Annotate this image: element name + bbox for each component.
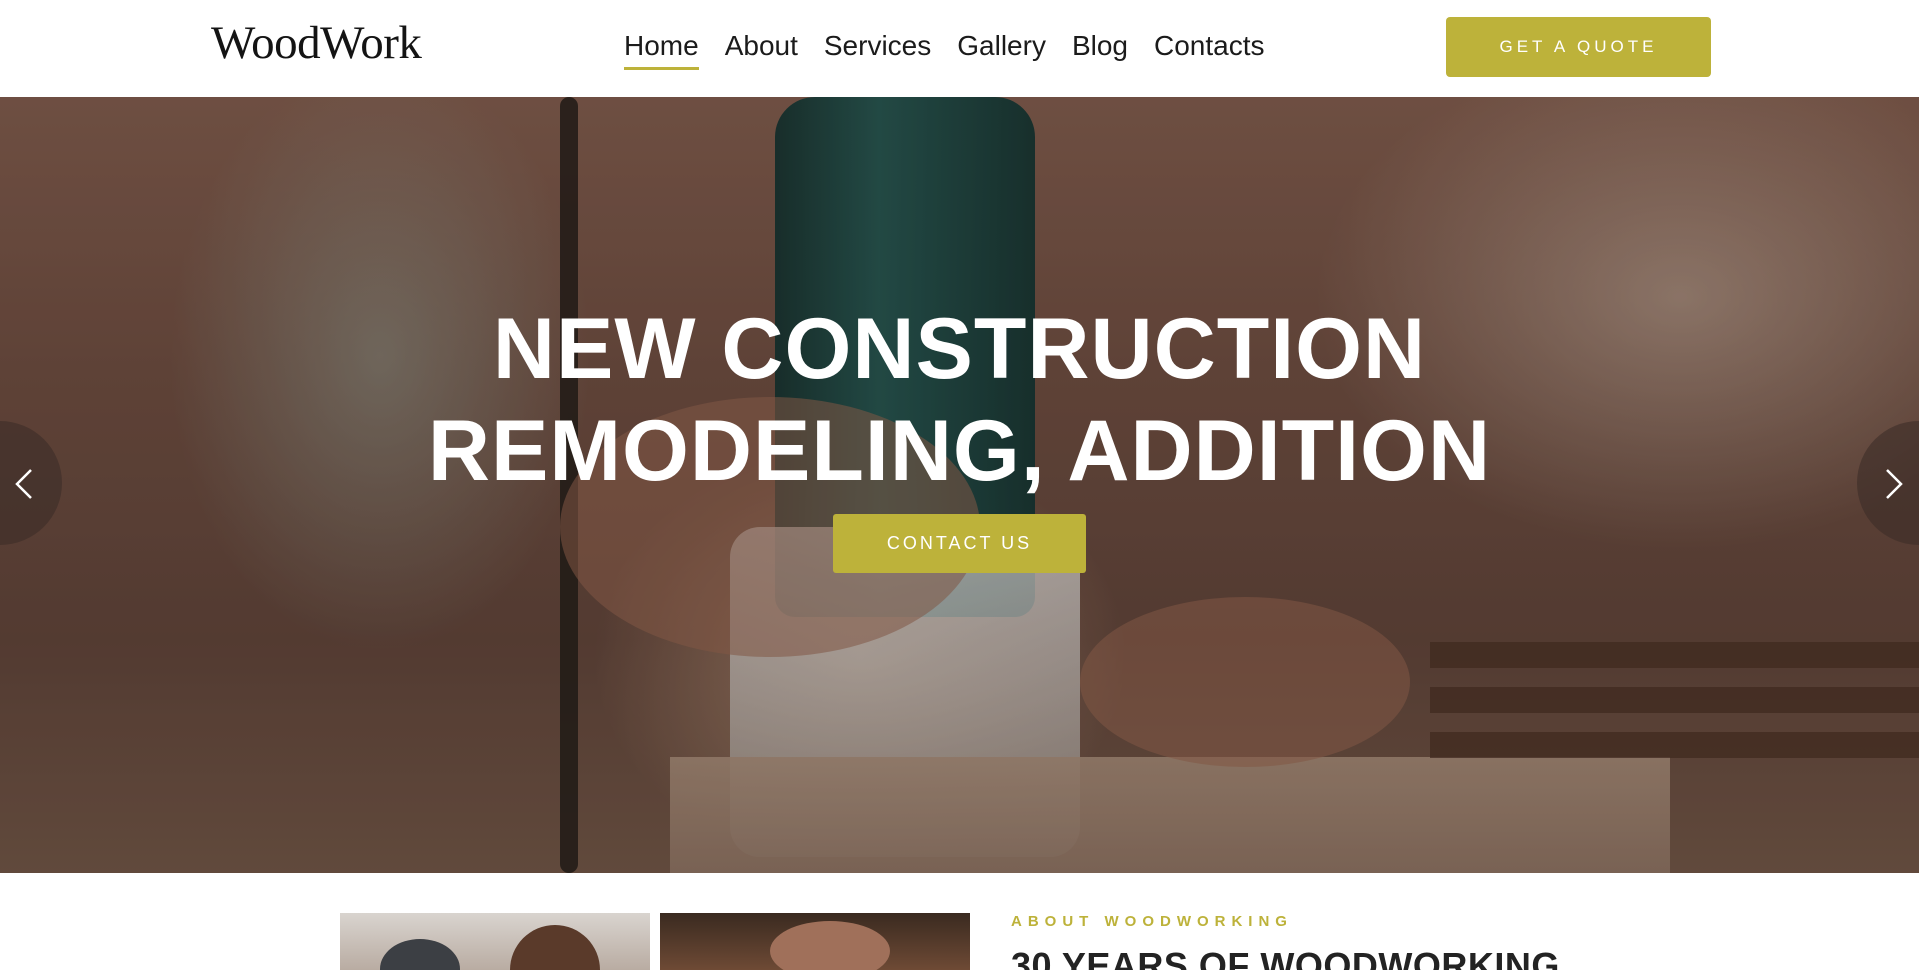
hand-shape	[770, 921, 890, 970]
main-nav: Home About Services Gallery Blog Contact…	[624, 28, 1265, 70]
get-a-quote-button[interactable]: GET A QUOTE	[1446, 17, 1711, 77]
about-image-worker	[340, 913, 650, 970]
nav-services[interactable]: Services	[824, 28, 931, 64]
cap-shape	[380, 939, 460, 970]
contact-us-button[interactable]: CONTACT US	[833, 514, 1086, 573]
chevron-right-icon	[1886, 469, 1903, 499]
hero-title-line1: NEW CONSTRUCTION	[492, 301, 1427, 397]
hero-slider: NEW CONSTRUCTION REMODELING, ADDITION CO…	[0, 97, 1919, 873]
chevron-left-icon	[15, 469, 32, 499]
about-image-tools	[660, 913, 970, 970]
site-logo[interactable]: WoodWork	[211, 14, 422, 72]
nav-gallery[interactable]: Gallery	[957, 28, 1046, 64]
about-title: 30 YEARS OF WOODWORKING	[1011, 945, 1560, 970]
nav-about[interactable]: About	[725, 28, 798, 64]
nav-home[interactable]: Home	[624, 28, 699, 70]
head-shape	[510, 925, 600, 970]
nav-contacts[interactable]: Contacts	[1154, 28, 1265, 64]
about-kicker: ABOUT WOODWORKING	[1011, 913, 1293, 930]
site-header: WoodWork Home About Services Gallery Blo…	[0, 0, 1919, 97]
hero-title-line2: REMODELING, ADDITION	[427, 403, 1492, 499]
nav-blog[interactable]: Blog	[1072, 28, 1128, 64]
